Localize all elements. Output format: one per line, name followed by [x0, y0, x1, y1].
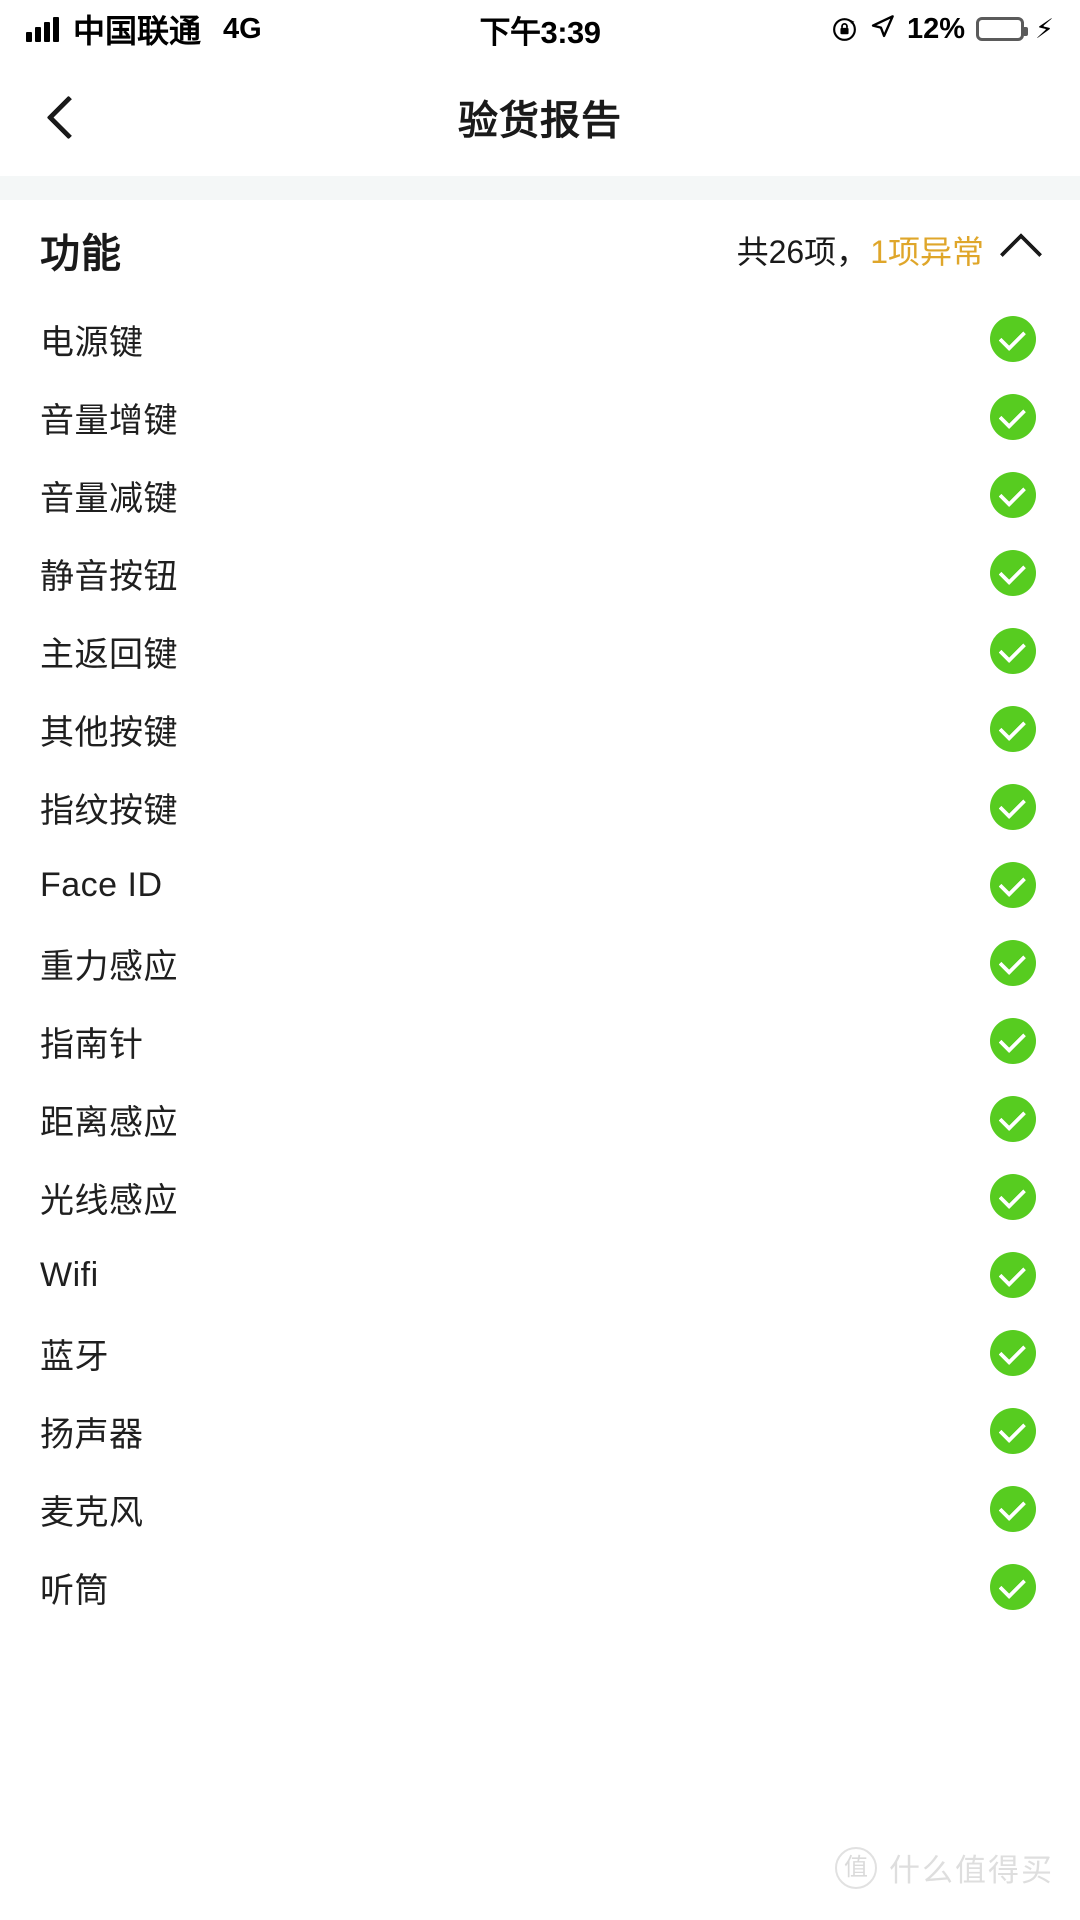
check-circle-icon — [990, 1174, 1036, 1220]
item-label: Wifi — [40, 1255, 99, 1294]
network-type-label: 4G — [223, 12, 262, 45]
rotation-lock-icon — [831, 16, 858, 43]
check-circle-icon — [990, 784, 1036, 830]
check-circle-icon — [990, 316, 1036, 362]
check-circle-icon — [990, 862, 1036, 908]
carrier-label: 中国联通 — [73, 13, 202, 49]
status-badge — [990, 1174, 1036, 1220]
smzdm-logo-icon: 值 — [835, 1846, 877, 1889]
section-divider — [0, 176, 1080, 200]
check-circle-icon — [990, 1252, 1036, 1298]
table-row[interactable]: 扬声器 — [0, 1392, 1080, 1470]
status-badge — [990, 862, 1036, 908]
table-row[interactable]: 重力感应 — [0, 924, 1080, 1002]
status-badge — [990, 628, 1036, 674]
item-label: 音量减键 — [40, 479, 178, 518]
watermark-label: 什么值得买 — [889, 1853, 1054, 1888]
watermark: 值 什么值得买 — [835, 1845, 1054, 1890]
item-label: 其他按键 — [40, 713, 178, 752]
status-bar-left: 中国联通 4G — [26, 6, 262, 52]
location-arrow-icon — [869, 13, 896, 45]
check-circle-icon — [990, 1486, 1036, 1532]
item-label: 听筒 — [40, 1571, 109, 1610]
chevron-left-icon — [46, 95, 90, 139]
battery-percent-label: 12% — [906, 12, 966, 45]
item-label: 重力感应 — [40, 947, 178, 986]
check-circle-icon — [990, 472, 1036, 518]
status-bar-right: 12% ⚡ — [831, 13, 1054, 46]
status-badge — [990, 472, 1036, 518]
signal-bars-icon — [26, 16, 59, 42]
back-button[interactable] — [36, 85, 100, 149]
navigation-bar: 验货报告 — [0, 58, 1080, 176]
table-row[interactable]: 听筒 — [0, 1548, 1080, 1626]
check-circle-icon — [990, 394, 1036, 440]
status-badge — [990, 1252, 1036, 1298]
item-label: 麦克风 — [40, 1493, 144, 1532]
table-row[interactable]: 音量减键 — [0, 456, 1080, 534]
table-row[interactable]: 指南针 — [0, 1002, 1080, 1080]
battery-icon — [976, 17, 1029, 41]
status-badge — [990, 940, 1036, 986]
table-row[interactable]: 蓝牙 — [0, 1314, 1080, 1392]
check-circle-icon — [990, 1564, 1036, 1610]
section-header-functions[interactable]: 功能 共26项， 1项异常 — [0, 200, 1080, 300]
lightning-bolt-icon: ⚡ — [1035, 13, 1054, 44]
table-row[interactable]: 距离感应 — [0, 1080, 1080, 1158]
item-label: 指南针 — [40, 1025, 144, 1064]
check-circle-icon — [990, 550, 1036, 596]
table-row[interactable]: 主返回键 — [0, 612, 1080, 690]
table-row[interactable]: 指纹按键 — [0, 768, 1080, 846]
check-circle-icon — [990, 628, 1036, 674]
status-badge — [990, 1564, 1036, 1610]
status-badge — [990, 706, 1036, 752]
status-badge — [990, 316, 1036, 362]
chevron-up-icon[interactable] — [999, 233, 1043, 276]
check-circle-icon — [990, 706, 1036, 752]
item-label: 光线感应 — [40, 1181, 178, 1220]
check-circle-icon — [990, 1096, 1036, 1142]
status-badge — [990, 1096, 1036, 1142]
item-label: 蓝牙 — [40, 1337, 109, 1376]
check-circle-icon — [990, 1330, 1036, 1376]
status-badge — [990, 1330, 1036, 1376]
status-badge — [990, 550, 1036, 596]
status-badge — [990, 1018, 1036, 1064]
check-circle-icon — [990, 940, 1036, 986]
item-label: 静音按钮 — [40, 557, 178, 596]
item-label: 电源键 — [40, 323, 144, 362]
table-row[interactable]: 麦克风 — [0, 1470, 1080, 1548]
status-bar: 中国联通 4G 下午3:39 12% ⚡ — [0, 0, 1080, 58]
check-circle-icon — [990, 1018, 1036, 1064]
table-row[interactable]: 其他按键 — [0, 690, 1080, 768]
table-row[interactable]: 电源键 — [0, 300, 1080, 378]
abnormal-count-label: 1项异常 — [870, 234, 984, 270]
page-title: 验货报告 — [458, 99, 622, 143]
item-label: 音量增键 — [40, 401, 178, 440]
status-badge — [990, 1486, 1036, 1532]
section-title: 功能 — [40, 232, 122, 276]
section-summary: 共26项， 1项异常 — [736, 227, 1043, 276]
check-circle-icon — [990, 1408, 1036, 1454]
table-row[interactable]: Face ID — [0, 846, 1080, 924]
table-row[interactable]: Wifi — [0, 1236, 1080, 1314]
status-badge — [990, 1408, 1036, 1454]
table-row[interactable]: 光线感应 — [0, 1158, 1080, 1236]
table-row[interactable]: 音量增键 — [0, 378, 1080, 456]
status-badge — [990, 784, 1036, 830]
item-label: 距离感应 — [40, 1103, 178, 1142]
total-count-label: 共26项， — [736, 234, 869, 270]
function-check-list: 电源键 音量增键 音量减键 静音按钮 主返回键 其他按键 指纹按键 Face I… — [0, 300, 1080, 1626]
item-label: 指纹按键 — [40, 791, 178, 830]
item-label: Face ID — [40, 865, 163, 904]
status-badge — [990, 394, 1036, 440]
table-row[interactable]: 静音按钮 — [0, 534, 1080, 612]
item-label: 主返回键 — [40, 635, 178, 674]
item-label: 扬声器 — [40, 1415, 144, 1454]
